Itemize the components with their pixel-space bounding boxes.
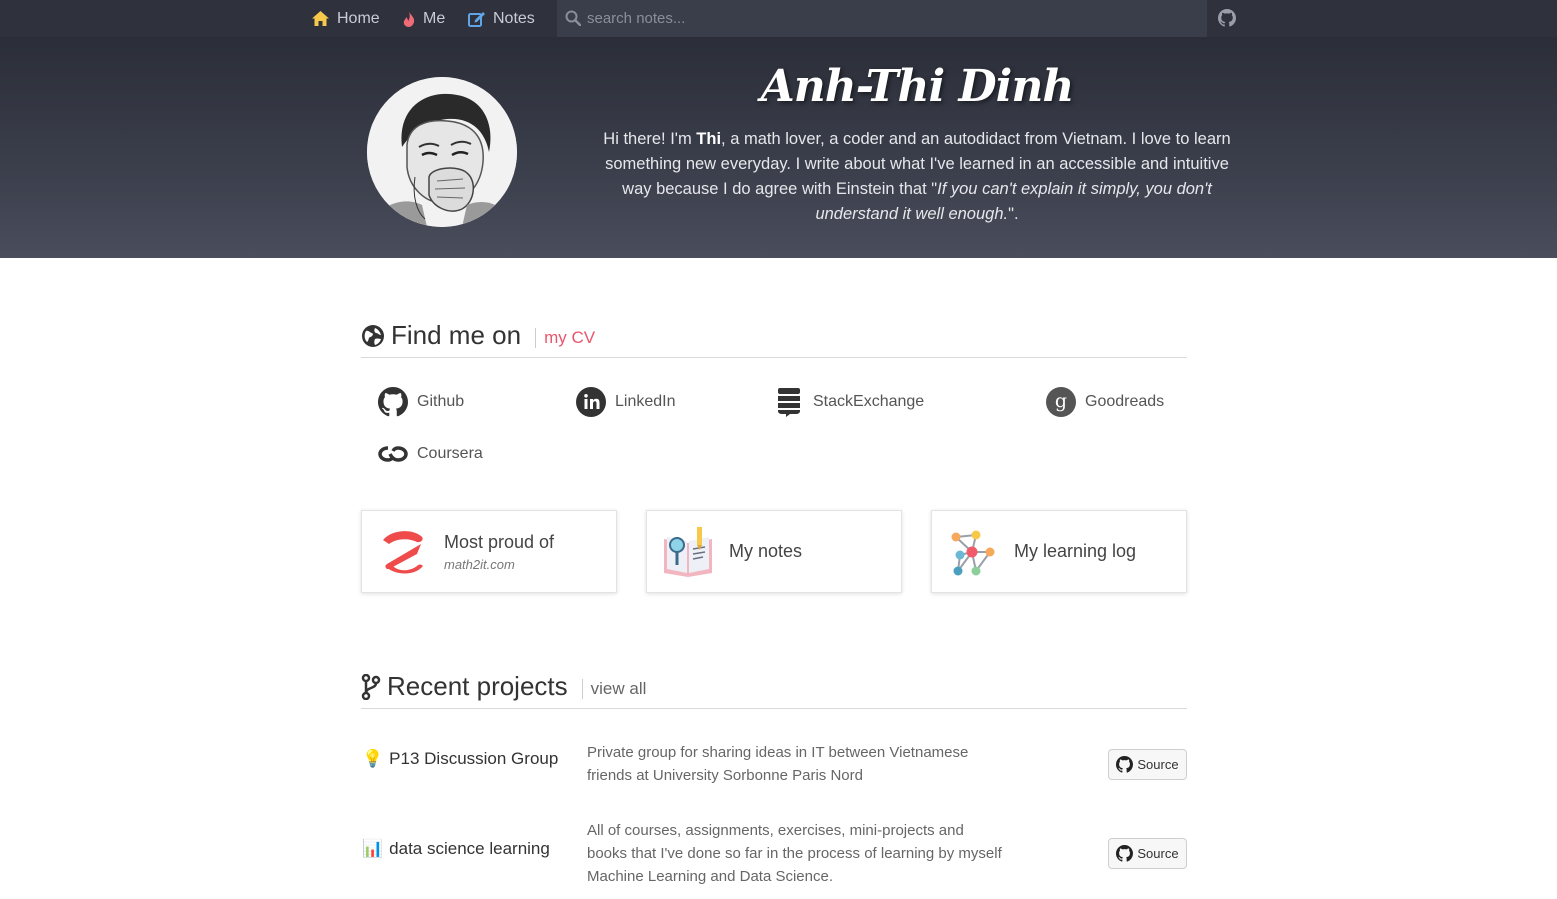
- source-button[interactable]: Source: [1108, 749, 1187, 780]
- top-navbar: Home Me Notes: [0, 0, 1557, 37]
- social-link-stackexchange[interactable]: StackExchange: [774, 387, 924, 417]
- social-label: LinkedIn: [615, 393, 676, 410]
- edit-icon: [468, 11, 485, 27]
- social-link-coursera[interactable]: Coursera: [378, 439, 483, 469]
- social-label: Goodreads: [1085, 393, 1165, 410]
- fire-icon: [403, 10, 415, 27]
- bar-chart-icon: 📊: [362, 839, 384, 858]
- nav-home-link[interactable]: Home: [312, 0, 380, 37]
- social-link-goodreads[interactable]: g Goodreads: [1046, 387, 1164, 417]
- view-all-link[interactable]: view all: [581, 679, 646, 699]
- goodreads-icon: g: [1046, 387, 1076, 417]
- search-input[interactable]: [587, 6, 1187, 30]
- network-icon: [946, 525, 1000, 579]
- github-icon[interactable]: [1218, 9, 1236, 27]
- svg-text:g: g: [1055, 390, 1067, 412]
- linkedin-icon: [576, 387, 606, 417]
- projects-title-text: Recent projects: [387, 671, 568, 701]
- bio-end: ".: [1008, 205, 1019, 223]
- card-my-notes[interactable]: My notes: [646, 510, 902, 593]
- hero-bio: Hi there! I'm Thi, a math lover, a coder…: [596, 127, 1238, 227]
- social-link-linkedin[interactable]: LinkedIn: [576, 387, 676, 417]
- card-learning-log[interactable]: My learning log: [931, 510, 1187, 593]
- project-title: data science learning: [389, 839, 550, 858]
- social-label: Github: [417, 393, 465, 410]
- project-description: All of courses, assignments, exercises, …: [587, 822, 1002, 885]
- lightbulb-icon: 💡: [362, 749, 384, 768]
- nav-me-label: Me: [423, 9, 446, 27]
- source-button[interactable]: Source: [1108, 838, 1187, 869]
- project-title: P13 Discussion Group: [389, 749, 559, 768]
- home-icon: [312, 11, 329, 26]
- project-name[interactable]: 📊 data science learning: [362, 839, 550, 859]
- card-title: Most proud of: [444, 531, 555, 552]
- code-branch-icon: [361, 673, 381, 700]
- card-subtitle: math2it.com: [444, 556, 515, 572]
- cv-link[interactable]: my CV: [535, 328, 595, 348]
- search-icon: [565, 10, 582, 31]
- findme-header: Find me on my CV: [361, 318, 1187, 358]
- project-description: Private group for sharing ideas in IT be…: [587, 744, 969, 784]
- social-link-github[interactable]: Github: [378, 387, 464, 417]
- hero-name: Anh-Thi Dinh: [760, 61, 1075, 112]
- hero-banner: Anh-Thi Dinh Hi there! I'm Thi, a math l…: [0, 37, 1557, 258]
- source-button-label: Source: [1137, 846, 1179, 861]
- source-button-label: Source: [1137, 757, 1179, 772]
- card-most-proud-of[interactable]: Most proud of math2it.com: [361, 510, 617, 593]
- card-title: My notes: [729, 541, 803, 561]
- globe-icon: [361, 324, 385, 348]
- coursera-icon: [378, 439, 408, 469]
- nav-home-label: Home: [337, 9, 380, 27]
- bio-name: Thi: [696, 130, 722, 148]
- nav-notes-link[interactable]: Notes: [468, 0, 535, 37]
- social-label: StackExchange: [813, 393, 925, 410]
- avatar: [367, 77, 517, 227]
- card-title: My learning log: [1014, 541, 1137, 561]
- projects-title: Recent projects: [361, 671, 568, 702]
- github-icon: [1116, 845, 1134, 862]
- nav-me-link[interactable]: Me: [403, 0, 445, 37]
- findme-title-text: Find me on: [391, 320, 522, 350]
- notebook-icon: [661, 525, 715, 579]
- github-icon: [378, 387, 408, 417]
- project-name[interactable]: 💡 P13 Discussion Group: [362, 749, 558, 769]
- search-bar: [557, 0, 1207, 37]
- stackexchange-icon: [774, 387, 804, 417]
- projects-header: Recent projects view all: [361, 669, 1187, 709]
- findme-title: Find me on: [361, 320, 521, 351]
- nav-notes-label: Notes: [493, 9, 535, 27]
- social-label: Coursera: [417, 445, 483, 462]
- bio-intro: Hi there! I'm: [603, 130, 697, 148]
- github-icon: [1116, 756, 1134, 773]
- math2it-logo-icon: [376, 525, 430, 579]
